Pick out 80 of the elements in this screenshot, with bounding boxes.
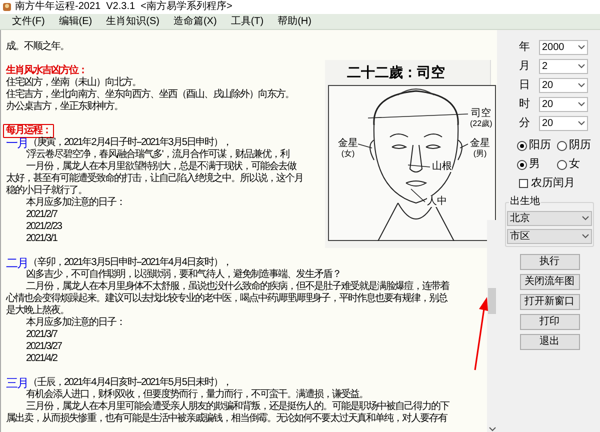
date-dropdown[interactable]: 2000 bbox=[539, 40, 588, 55]
month-period: （壬辰，2021年4月4日亥时--2021年5月5日未时）， bbox=[28, 377, 232, 388]
menu-item[interactable]: 文件(F) bbox=[10, 16, 47, 28]
text-line: '浮云卷尽碧空净，春风融合瑞气多'，流月合作可谋，财品兼优，利 bbox=[26, 149, 289, 160]
text-line: 2021/2/23 bbox=[26, 221, 62, 232]
text-line: 稳的小日子就行了。 bbox=[6, 185, 87, 196]
text-line: 住宅吉方，坐北向南方、坐东向西方、坐西（酉山、戌山除外）向东方。 bbox=[6, 89, 294, 100]
date-dropdown[interactable]: 20 bbox=[539, 97, 588, 112]
date-dropdown[interactable]: 20 bbox=[539, 78, 588, 93]
chevron-down-icon bbox=[582, 234, 589, 239]
menu-item[interactable]: 生肖知识(S) bbox=[104, 16, 162, 28]
month-link[interactable]: 三月 bbox=[6, 377, 28, 389]
text-line: 2021/3/7 bbox=[26, 329, 57, 340]
action-button[interactable]: 关闭流年图 bbox=[520, 274, 580, 290]
text-line: 办公桌吉方，坐正东财神方。 bbox=[6, 101, 123, 112]
month-link[interactable]: 一月 bbox=[6, 137, 28, 149]
radio-option[interactable]: 阳历 bbox=[517, 139, 553, 152]
field-label: 月 bbox=[519, 60, 531, 73]
face-label-note: (女) bbox=[341, 149, 355, 159]
radio-option[interactable]: 男 bbox=[517, 158, 553, 171]
scrollbar[interactable] bbox=[487, 220, 497, 432]
text-line: 三月份，属龙人在本月里可能会遭受亲人朋友的欺骗和背叛，还是挺伤人的。可能是职场中被自己得力的下 bbox=[26, 401, 449, 412]
checkbox-option[interactable]: 农历闰月 bbox=[505, 177, 594, 190]
chevron-down-icon bbox=[578, 45, 585, 50]
month-period: （辛卯，2021年3月5日申时--2021年4月4日亥时）， bbox=[28, 257, 232, 268]
district-dropdown[interactable]: 市区 bbox=[507, 229, 592, 244]
text-line: 心情也会变得烦躁起来。建议可以去找比较专业的老中医，喝点中药调理调理身子，平时作息也要有规律，别总 bbox=[6, 293, 447, 304]
action-button[interactable]: 打印 bbox=[520, 314, 580, 330]
menu-item[interactable]: 工具(T) bbox=[228, 16, 266, 28]
text-line: 一月份，属龙人在本月里欲望特别大，总是不满于现状，可能会去做 bbox=[26, 161, 296, 172]
group-title: 出生地 bbox=[509, 196, 541, 208]
text-line: 住宅凶方，坐南（未山）向北方。 bbox=[6, 77, 141, 88]
text-line: 2021/4/2 bbox=[26, 353, 57, 364]
text-line: 凶多吉少，不可自作聪明，以强欺弱，要和气待人，避免制造事端、发生矛盾？ bbox=[26, 269, 341, 280]
menu-item[interactable]: 造命篇(X) bbox=[171, 16, 219, 28]
text-line: 本月应多加注意的日子： bbox=[26, 197, 125, 208]
chevron-down-icon bbox=[578, 83, 585, 88]
text-line: 有机会添人进口，财利双收，但要度势而行，量力而行，不可蛮干。满遭损，谦受益。 bbox=[26, 389, 368, 400]
action-button[interactable]: 退出 bbox=[520, 334, 580, 350]
chevron-down-icon bbox=[578, 102, 585, 107]
text-line: 本月应多加注意的日子： bbox=[26, 317, 125, 328]
text-line: 成。不顺之年。 bbox=[6, 41, 69, 52]
text-line: 太好，甚至有可能遭受致命的打击，让自己陷入绝境之中。所以说，这个月 bbox=[6, 173, 303, 184]
scrollbar-thumb[interactable] bbox=[488, 288, 496, 314]
face-label: 人中 bbox=[427, 196, 447, 207]
face-label-note: (22歲) bbox=[470, 119, 492, 129]
date-dropdown[interactable]: 2 bbox=[539, 59, 588, 74]
menu-item[interactable]: 帮助(H) bbox=[276, 16, 314, 28]
chevron-down-icon bbox=[578, 64, 585, 69]
chevron-down-icon bbox=[488, 427, 496, 432]
field-label: 时 bbox=[519, 98, 531, 111]
face-label: 山根 bbox=[432, 161, 452, 172]
text-line: 二月份，属龙人在本月里身体不太舒服，虽说也没什么致命的疾病，但不是肚子难受就是满脸爆痘，连带着 bbox=[26, 281, 449, 292]
province-dropdown[interactable]: 北京 bbox=[507, 211, 592, 226]
menu-item[interactable]: 编辑(E) bbox=[56, 16, 94, 28]
text-line: 2021/3/27 bbox=[26, 341, 62, 352]
text-line: 是大晚上熬夜。 bbox=[6, 305, 69, 316]
text-line: 2021/3/1 bbox=[26, 233, 57, 244]
chevron-down-icon bbox=[582, 216, 589, 221]
face-label: 金星 bbox=[338, 138, 358, 149]
date-dropdown[interactable]: 20 bbox=[539, 116, 588, 131]
field-label: 分 bbox=[519, 117, 531, 130]
action-button[interactable]: 执行 bbox=[520, 254, 580, 270]
chevron-down-icon bbox=[578, 121, 585, 126]
face-label: 金星 bbox=[470, 138, 490, 149]
section-heading: 每月运程： bbox=[3, 124, 54, 138]
window-title: 南方牛年运程-2021 V2.3.1 <南方易学系列程序> bbox=[15, 1, 232, 13]
field-label: 年 bbox=[519, 41, 531, 54]
face-label-note: (男) bbox=[473, 149, 487, 159]
face-label: 司空 bbox=[471, 108, 492, 119]
month-link[interactable]: 二月 bbox=[6, 257, 28, 269]
action-button[interactable]: 打开新窗口 bbox=[520, 294, 580, 310]
text-line: 2021/2/7 bbox=[26, 209, 57, 220]
text-line: 属出卖，从而损失惨重，也有可能是生活中被亲戚骗钱，相当倒霉。无论如何不要太过天真和单纯，对人要存有 bbox=[6, 413, 447, 424]
illustration-title: 二十二歲：司空 bbox=[347, 64, 445, 80]
radio-option[interactable]: 阴历 bbox=[557, 139, 593, 152]
month-period: （庚寅，2021年2月4日子时--2021年3月5日申时）， bbox=[28, 137, 232, 148]
radio-option[interactable]: 女 bbox=[557, 158, 593, 171]
app-icon bbox=[2, 2, 12, 12]
field-label: 日 bbox=[519, 79, 531, 92]
